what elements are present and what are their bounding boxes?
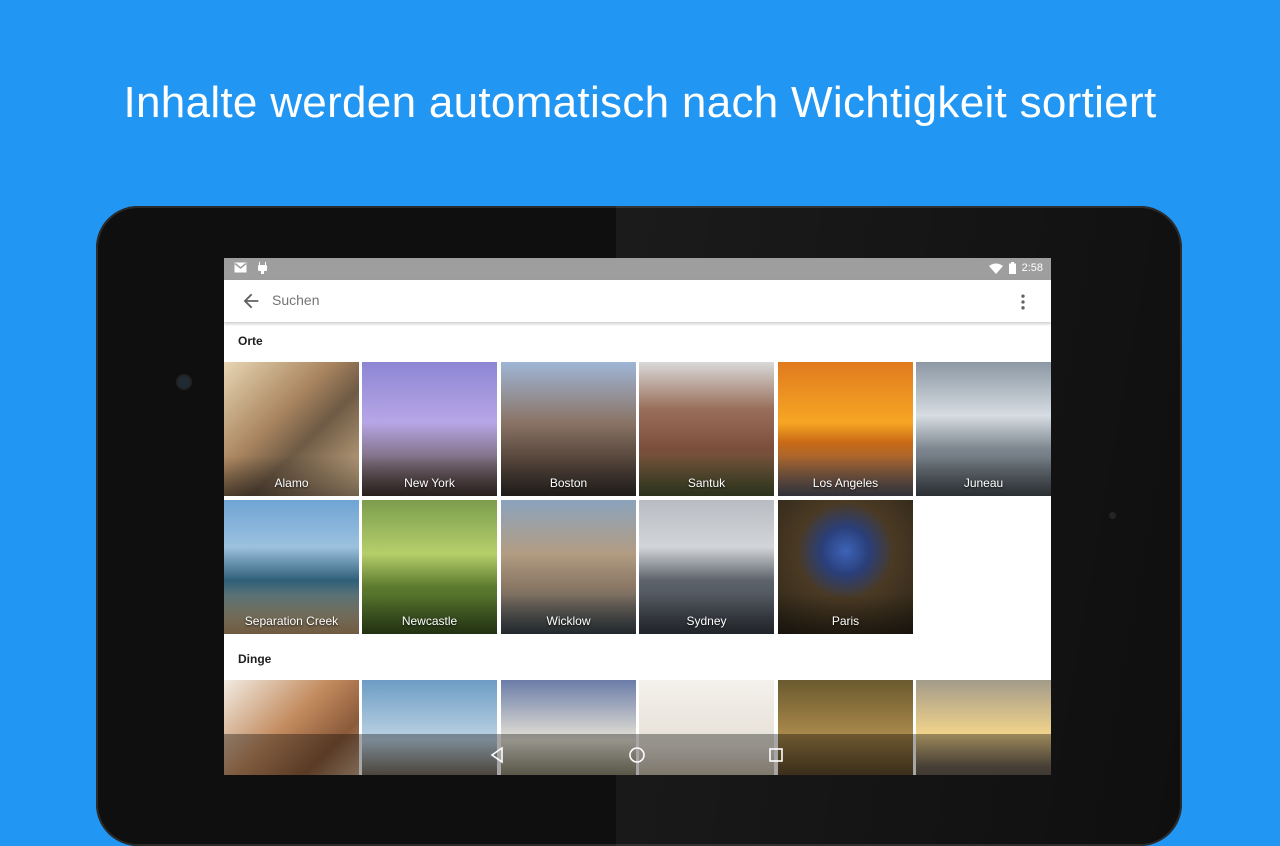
- tile-sydney[interactable]: Sydney: [639, 500, 774, 634]
- app-screen: 2:58 Orte Alamo New York Boston Santuk L…: [224, 258, 1051, 775]
- section-title-things: Dinge: [238, 652, 271, 666]
- headline: Inhalte werden automatisch nach Wichtigk…: [0, 78, 1280, 128]
- search-input[interactable]: [272, 292, 872, 308]
- tile-santuk[interactable]: Santuk: [639, 362, 774, 496]
- tile-newcastle[interactable]: Newcastle: [362, 500, 497, 634]
- tile-separation-creek[interactable]: Separation Creek: [224, 500, 359, 634]
- nav-home-icon[interactable]: [626, 744, 648, 766]
- android-debug-icon: [257, 262, 268, 274]
- tile-juneau[interactable]: Juneau: [916, 362, 1051, 496]
- tile-boston[interactable]: Boston: [501, 362, 636, 496]
- tile-alamo[interactable]: Alamo: [224, 362, 359, 496]
- nav-recents-icon[interactable]: [765, 744, 787, 766]
- status-bar: 2:58: [224, 258, 1051, 280]
- more-vert-icon[interactable]: [1013, 292, 1033, 312]
- wifi-icon: [989, 263, 1003, 274]
- section-title-places: Orte: [238, 334, 263, 348]
- light-sensor: [1109, 512, 1116, 519]
- front-camera: [178, 376, 190, 388]
- tile-wicklow[interactable]: Wicklow: [501, 500, 636, 634]
- tile-los-angeles[interactable]: Los Angeles: [778, 362, 913, 496]
- navigation-bar: [224, 734, 1051, 775]
- gmail-icon: [234, 262, 247, 273]
- back-arrow-icon[interactable]: [240, 290, 262, 312]
- nav-back-icon[interactable]: [487, 744, 509, 766]
- search-toolbar: [224, 280, 1051, 322]
- tile-new-york[interactable]: New York: [362, 362, 497, 496]
- tile-paris[interactable]: Paris: [778, 500, 913, 634]
- battery-icon: [1009, 262, 1016, 274]
- clock: 2:58: [1022, 262, 1043, 274]
- places-grid: Alamo New York Boston Santuk Los Angeles…: [224, 362, 1051, 636]
